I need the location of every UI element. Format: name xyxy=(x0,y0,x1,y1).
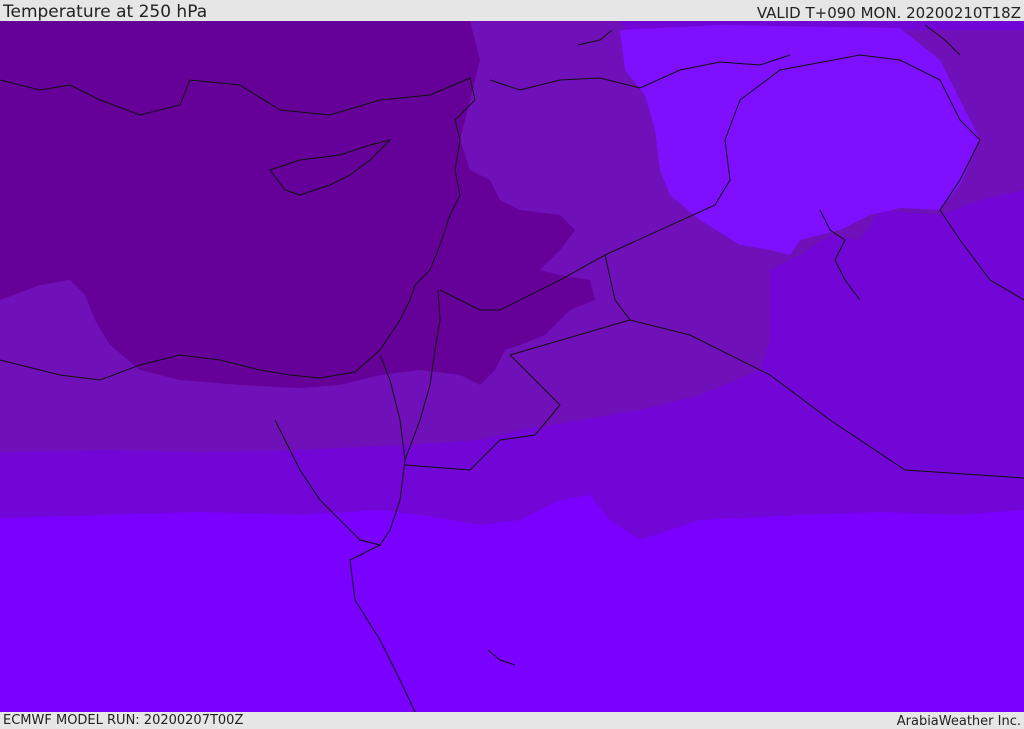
header-bar: Temperature at 250 hPa VALID T+090 MON. … xyxy=(0,0,1024,21)
map-title: Temperature at 250 hPa xyxy=(3,2,208,22)
footer-bar: ECMWF MODEL RUN: 20200207T00Z ArabiaWeat… xyxy=(0,712,1024,729)
map-canvas xyxy=(0,21,1024,712)
valid-time: VALID T+090 MON. 20200210T18Z xyxy=(756,4,1021,22)
credit-label: ArabiaWeather Inc. xyxy=(896,714,1021,729)
model-run-label: ECMWF MODEL RUN: 20200207T00Z xyxy=(3,713,244,728)
weather-map[interactable] xyxy=(0,21,1024,712)
